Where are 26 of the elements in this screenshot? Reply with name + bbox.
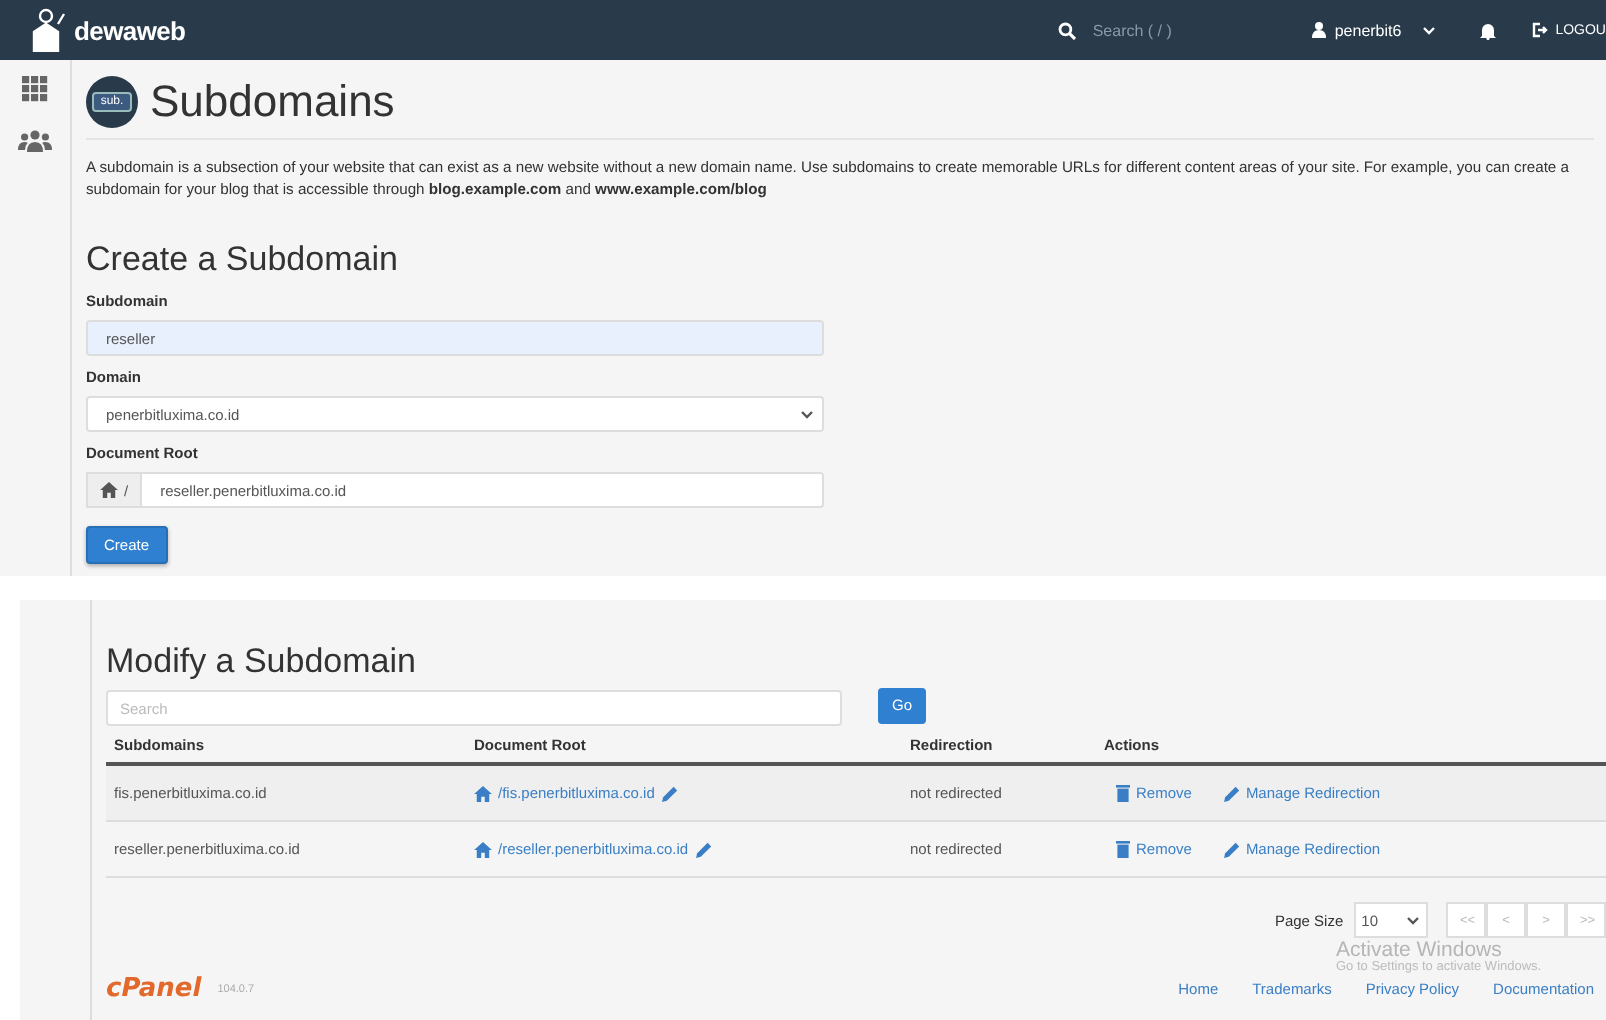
house-icon (474, 785, 492, 801)
logout-icon (1531, 22, 1548, 38)
caret-icon (800, 409, 814, 419)
house-icon (100, 482, 118, 498)
pencil-icon[interactable] (662, 785, 679, 801)
activation-title: Activate Windows (1336, 940, 1502, 961)
section-heading: Modify a Subdomain (106, 642, 418, 682)
trash-icon (1116, 840, 1130, 858)
search-icon (1058, 21, 1077, 39)
user-icon (1312, 22, 1327, 38)
grid-icon[interactable] (22, 76, 48, 102)
section-heading: Create a Subdomain (86, 240, 400, 280)
page-title: Subdomains (150, 76, 395, 128)
users-icon[interactable] (18, 130, 52, 152)
pencil-icon (1223, 841, 1240, 857)
search-field[interactable]: Search ( / ) (1088, 19, 1277, 41)
house-icon (474, 841, 492, 857)
pencil-icon (1223, 785, 1240, 801)
trash-icon (1116, 784, 1130, 802)
brand-name: dewaweb (74, 15, 186, 45)
pencil-icon[interactable] (696, 841, 713, 857)
cpanel-logo: cPanel (106, 974, 202, 1004)
user-name[interactable]: penerbit6 (1334, 21, 1402, 39)
caret-icon (1421, 25, 1436, 35)
caret-icon (1406, 915, 1420, 925)
bell-icon[interactable] (1479, 21, 1496, 39)
